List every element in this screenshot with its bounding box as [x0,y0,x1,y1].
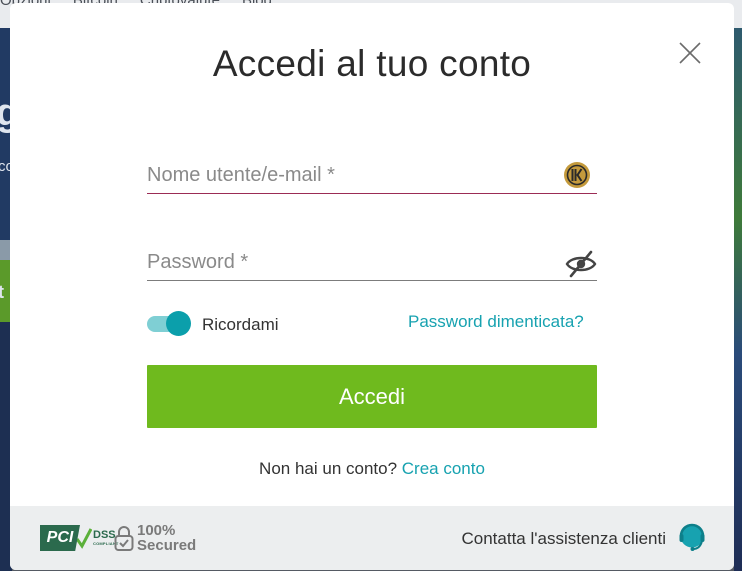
username-underline [147,193,597,194]
signup-row: Non hai un conto? Crea conto [10,459,734,479]
password-input[interactable] [147,245,547,279]
login-modal: Accedi al tuo conto Nome utente/e-mail *… [10,3,734,570]
remember-toggle[interactable] [147,310,191,336]
secured-word: Secured [137,536,197,554]
modal-footer: PCI DSS COMPLIANT 100% Secured Contatta … [10,506,734,570]
signup-link[interactable]: Crea conto [402,459,485,478]
pci-dss-badge: PCI DSS COMPLIANT [40,523,119,553]
password-field [147,245,597,281]
secured-percent: 100% [137,521,176,539]
eye-slash-icon[interactable] [565,250,597,278]
login-button[interactable]: Accedi [147,365,597,428]
modal-title: Accedi al tuo conto [212,43,532,84]
chat-support-icon[interactable] [678,523,706,553]
keeper-icon[interactable] [563,161,591,189]
lock-icon [114,525,134,551]
username-input[interactable] [147,158,547,192]
remember-me[interactable]: Ricordami [147,309,279,337]
pci-logo: PCI [40,525,80,551]
background-text-fragment: t [0,282,4,302]
username-field [147,158,597,194]
signup-prompt: Non hai un conto? [259,459,398,478]
password-underline [147,280,597,281]
background-right-panel [734,28,742,571]
secured-badge: 100% Secured [114,522,196,554]
remember-label: Ricordami [202,315,279,334]
forgot-password-link[interactable]: Password dimenticata? [408,312,584,332]
toggle-knob [166,311,191,336]
customer-support-link[interactable]: Contatta l'assistenza clienti [461,529,666,549]
